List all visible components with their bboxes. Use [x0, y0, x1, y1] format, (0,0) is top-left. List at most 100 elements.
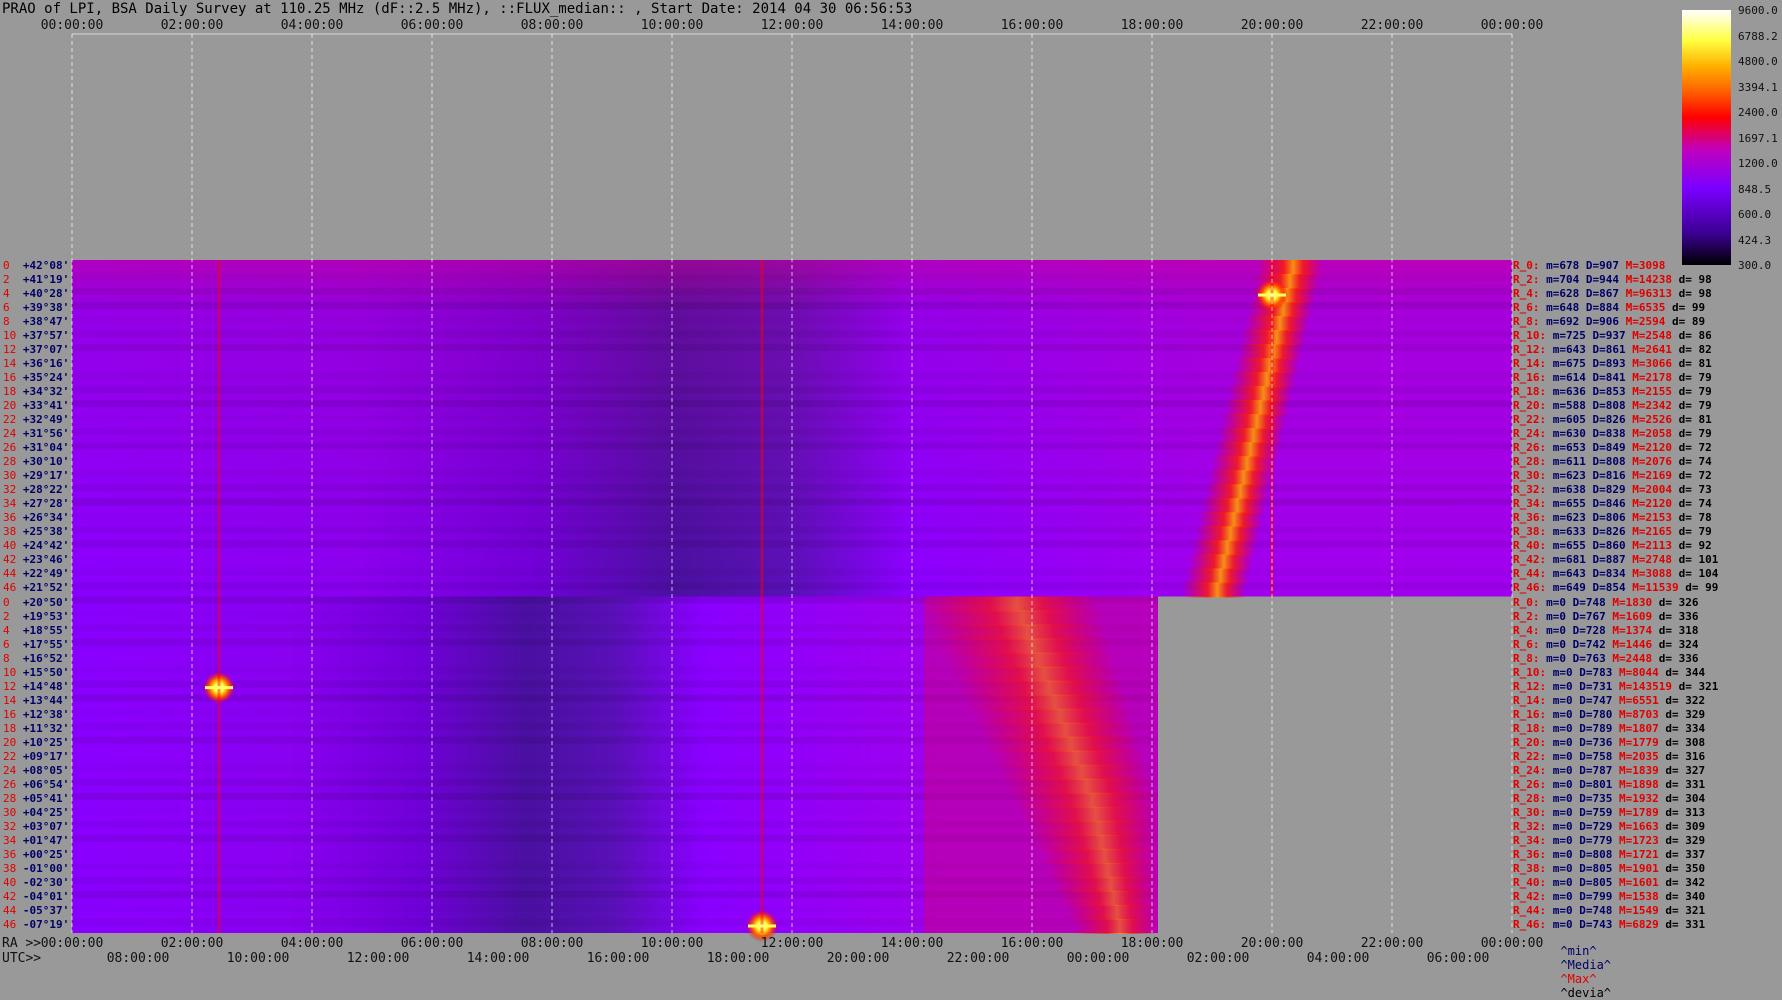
stat-dv: d= 329	[1665, 707, 1712, 721]
row-stat: R_26: m=0 D=801 M=1898 d= 331	[1513, 778, 1712, 792]
galactic-ridge-segment	[1225, 400, 1289, 416]
row-label: 4 +18°55'	[3, 624, 69, 638]
ra-axis-tick: 02:00:00	[160, 936, 224, 951]
stat-dv: d= 336	[1658, 609, 1706, 623]
row-index: 14	[3, 357, 23, 371]
stat-r: R_42:	[1513, 889, 1553, 903]
stat-dv: d= 308	[1665, 735, 1712, 749]
stat-d: D=808	[1579, 847, 1619, 861]
stat-dv: d= 82	[1678, 343, 1719, 357]
row-declination: +15°50'	[22, 665, 70, 679]
stat-d: D=907	[1585, 259, 1626, 272]
row-index: 16	[3, 707, 23, 721]
row-declination: +09°17'	[22, 749, 70, 763]
galactic-ridge-segment	[1192, 540, 1256, 556]
top-axis-tick: 00:00:00	[40, 18, 104, 33]
stat-d: D=799	[1579, 889, 1619, 903]
galactic-ridge-segment	[1211, 456, 1276, 472]
stat-h: M=2748	[1632, 553, 1679, 567]
colorbar-label: 4800.0	[1738, 55, 1778, 68]
row-label: 38 -01°00'	[3, 862, 69, 876]
row-stat: R_28: m=611 D=808 M=2076 d= 74	[1513, 455, 1718, 469]
stat-dv: d= 342	[1665, 875, 1712, 889]
stat-dv: d= 321	[1665, 903, 1712, 917]
stat-r: R_20:	[1513, 735, 1553, 749]
row-declination: -07°19'	[22, 917, 70, 931]
row-index: 18	[3, 721, 23, 735]
stat-h: M=3098	[1625, 259, 1672, 272]
ra-axis-label: RA >>	[2, 936, 42, 951]
stat-m: m=0	[1552, 777, 1580, 791]
stat-r: R_12:	[1513, 343, 1553, 357]
stat-m: m=0	[1552, 889, 1580, 903]
stat-r: R_4:	[1513, 287, 1547, 301]
row-index: 32	[3, 483, 23, 497]
top-axis-tick: 04:00:00	[280, 18, 344, 33]
stat-h: M=6535	[1625, 301, 1672, 315]
row-declination: +32°49'	[22, 413, 70, 427]
row-declination: +03°07'	[22, 819, 70, 833]
row-declination: +37°57'	[22, 329, 70, 343]
colorbar-label: 2400.0	[1738, 106, 1778, 119]
row-stat: R_14: m=675 D=893 M=3066 d= 81	[1513, 357, 1718, 371]
stat-r: R_0:	[1513, 595, 1547, 609]
stat-h: M=1789	[1619, 805, 1666, 819]
row-label: 32 +03°07'	[3, 820, 69, 834]
row-declination: +30°10'	[22, 455, 70, 469]
stat-d: D=887	[1592, 553, 1633, 567]
stat-r: R_18:	[1513, 721, 1553, 735]
stat-m: m=704	[1546, 273, 1586, 287]
row-index: 44	[3, 567, 23, 581]
ra-axis-tick: 04:00:00	[280, 936, 344, 951]
stat-d: D=805	[1579, 875, 1619, 889]
row-stat: R_20: m=0 D=736 M=1779 d= 308	[1513, 736, 1712, 750]
row-label: 46 -07°19'	[3, 918, 69, 932]
galactic-ridge-segment	[1188, 554, 1253, 570]
row-label: 24 +31°56'	[3, 427, 69, 441]
row-index: 30	[3, 469, 23, 483]
stat-dv: d= 327	[1665, 763, 1712, 777]
stat-d: D=728	[1572, 623, 1613, 637]
row-declination: +08°05'	[22, 763, 70, 777]
row-label: 22 +09°17'	[3, 750, 69, 764]
stat-d: D=759	[1579, 805, 1619, 819]
stat-r: R_24:	[1513, 763, 1553, 777]
top-axis-tick: 18:00:00	[1120, 18, 1184, 33]
row-stat: R_32: m=638 D=829 M=2004 d= 73	[1513, 483, 1718, 497]
row-label: 40 +24°42'	[3, 539, 69, 553]
stat-d: D=808	[1592, 399, 1633, 413]
top-axis-tick: 22:00:00	[1360, 18, 1424, 33]
stat-r: R_6:	[1513, 637, 1547, 651]
stat-m: m=0	[1552, 791, 1580, 805]
row-index: 32	[3, 819, 23, 833]
stat-d: D=789	[1579, 721, 1619, 735]
stat-m: m=675	[1552, 357, 1593, 371]
stat-m: m=0	[1552, 707, 1580, 721]
row-label: 16 +35°24'	[3, 371, 69, 385]
stat-r: R_26:	[1513, 441, 1553, 455]
row-declination: -02°30'	[22, 875, 70, 889]
stat-r: R_16:	[1513, 371, 1553, 385]
row-declination: +16°52'	[22, 651, 70, 665]
row-stat: R_42: m=0 D=799 M=1538 d= 340	[1513, 890, 1712, 904]
galactic-ridge-segment	[1195, 526, 1260, 542]
stat-r: R_32:	[1513, 819, 1553, 833]
stat-dv: d= 101	[1678, 553, 1725, 567]
row-declination: +00°25'	[22, 847, 70, 861]
stat-h: M=1807	[1619, 721, 1666, 735]
row-declination: +39°38'	[22, 301, 70, 315]
stat-m: m=725	[1552, 329, 1593, 343]
stat-r: R_42:	[1513, 553, 1553, 567]
row-declination: +04°25'	[22, 805, 70, 819]
stat-h: M=1839	[1619, 763, 1666, 777]
colorbar-label: 848.5	[1738, 182, 1772, 196]
stat-d: D=742	[1572, 637, 1613, 651]
stat-dv: d= 350	[1665, 861, 1712, 875]
row-label: 18 +11°32'	[3, 722, 69, 736]
row-index: 42	[3, 553, 23, 567]
row-stat: R_24: m=630 D=838 M=2058 d= 79	[1513, 427, 1718, 441]
row-declination: +31°56'	[22, 427, 70, 441]
stat-m: m=0	[1552, 665, 1580, 679]
colorbar-label: 1200.0	[1738, 157, 1778, 170]
row-index: 20	[3, 735, 23, 749]
